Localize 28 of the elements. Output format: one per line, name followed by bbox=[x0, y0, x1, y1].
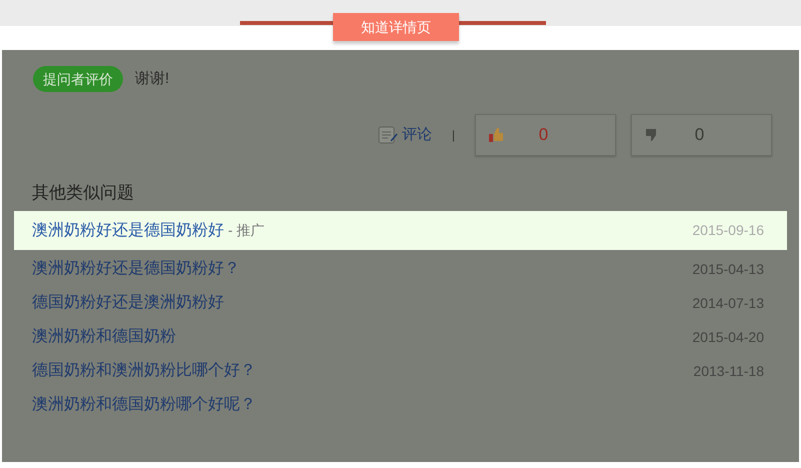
note-edit-icon bbox=[378, 126, 398, 144]
question-row[interactable]: 澳洲奶粉好还是德国奶粉好 - 推广 2015-09-16 bbox=[14, 211, 787, 250]
question-link[interactable]: 德国奶粉好还是澳洲奶粉好 bbox=[32, 291, 224, 315]
promo-tag: - 推广 bbox=[228, 220, 265, 240]
question-link[interactable]: 德国奶粉和澳洲奶粉比哪个好？ bbox=[32, 359, 256, 383]
thumbs-up-icon bbox=[488, 127, 504, 143]
question-date: 2014-07-13 bbox=[692, 294, 765, 312]
separator: | bbox=[452, 127, 455, 144]
question-date: 2015-09-16 bbox=[692, 221, 765, 240]
question-link[interactable]: 澳洲奶粉和德国奶粉哪个好呢？ bbox=[32, 393, 256, 417]
question-row[interactable]: 德国奶粉好还是澳洲奶粉好 2014-07-13 bbox=[2, 286, 799, 320]
question-date: 2015-04-13 bbox=[692, 260, 765, 278]
question-date: 2015-04-20 bbox=[692, 328, 765, 346]
question-row[interactable]: 澳洲奶粉好还是德国奶粉好？ 2015-04-13 bbox=[2, 252, 799, 286]
question-link[interactable]: 澳洲奶粉好还是德国奶粉好？ bbox=[32, 257, 240, 281]
question-link[interactable]: 澳洲奶粉和德国奶粉 bbox=[32, 325, 176, 349]
dislike-button[interactable]: 0 bbox=[631, 114, 772, 156]
question-link[interactable]: 澳洲奶粉好还是德国奶粉好 bbox=[32, 218, 224, 242]
question-row[interactable]: 澳洲奶粉和德国奶粉哪个好呢？ bbox=[2, 388, 799, 422]
section-heading: 其他类似问题 bbox=[31, 182, 135, 204]
rating-badge: 提问者评价 bbox=[33, 66, 123, 92]
question-row[interactable]: 澳洲奶粉和德国奶粉 2015-04-20 bbox=[2, 320, 799, 354]
banner-title: 知道详情页 bbox=[333, 13, 459, 41]
comment-link[interactable]: 评论 bbox=[378, 124, 432, 146]
question-date: 2013-11-18 bbox=[693, 362, 765, 380]
like-button[interactable]: 0 bbox=[475, 114, 616, 156]
rating-text: 谢谢! bbox=[135, 68, 170, 89]
question-row[interactable]: 德国奶粉和澳洲奶粉比哪个好？ 2013-11-18 bbox=[2, 354, 799, 388]
